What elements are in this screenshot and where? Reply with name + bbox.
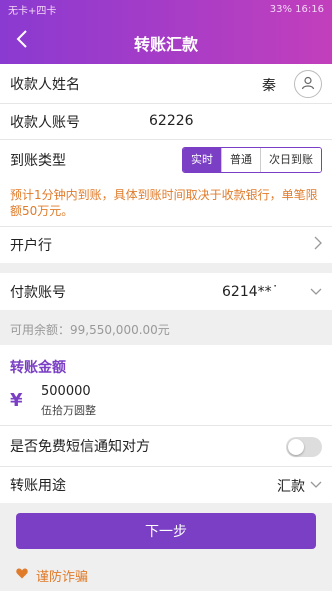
status-right: 33% 16:16 [269, 3, 324, 15]
arrival-option-next-day[interactable]: 次日到账 [260, 148, 321, 172]
status-left: 无卡+四卡 [8, 5, 57, 17]
available-balance: 可用余额：99,550,000.00元 [0, 310, 332, 345]
fraud-warning-link[interactable]: 谨防诈骗 [16, 566, 88, 585]
payee-account-input[interactable]: 62226 [149, 113, 194, 129]
pay-account-value: 6214**˙ [222, 284, 279, 300]
sms-notify-toggle[interactable] [286, 437, 322, 457]
bank-row[interactable]: 开户行 [0, 227, 332, 263]
pay-account-row[interactable]: 付款账号 [0, 273, 332, 310]
payee-name-row: 收款人姓名 [0, 64, 332, 104]
arrival-type-selector: 实时 普通 次日到账 [182, 147, 322, 173]
contact-book-button[interactable] [294, 70, 322, 98]
bank-label: 开户行 [10, 238, 52, 254]
sms-notify-row: 是否免费短信通知对方 [0, 426, 332, 466]
purpose-value: 汇款 [277, 479, 305, 495]
purpose-label: 转账用途 [10, 478, 66, 494]
arrival-notice: 预计1分钟内到账，具体到账时间取决于收款银行，单笔限额50万元。 [0, 180, 332, 226]
fraud-warning-label: 谨防诈骗 [36, 570, 89, 585]
payee-name-input[interactable]: 秦 [262, 75, 276, 95]
toggle-knob [288, 439, 304, 455]
app-header: 转账汇款 [0, 18, 332, 64]
amount-title: 转账金额 [10, 360, 66, 376]
pay-account-label: 付款账号 [10, 284, 66, 301]
amount-input[interactable]: 500000 [41, 384, 91, 399]
sms-notify-label: 是否免费短信通知对方 [10, 439, 150, 455]
arrival-option-realtime[interactable]: 实时 [183, 148, 221, 172]
arrival-type-label: 到账类型 [10, 153, 66, 169]
payee-name-label: 收款人姓名 [10, 77, 80, 93]
next-step-button[interactable]: 下一步 [16, 513, 316, 549]
chevron-down-icon [310, 477, 322, 493]
arrival-option-normal[interactable]: 普通 [221, 148, 260, 172]
yen-icon: ¥ [10, 390, 23, 411]
status-bar: 无卡+四卡 33% 16:16 [0, 0, 332, 18]
chevron-down-icon [310, 284, 322, 300]
amount-chinese: 伍拾万圆整 [41, 404, 96, 417]
heart-icon [16, 568, 28, 583]
payee-account-label: 收款人账号 [10, 115, 80, 131]
chevron-right-icon [314, 236, 322, 254]
page-title: 转账汇款 [133, 35, 198, 54]
arrival-type-row: 到账类型 实时 普通 次日到账 [0, 140, 332, 180]
person-icon [301, 75, 315, 94]
